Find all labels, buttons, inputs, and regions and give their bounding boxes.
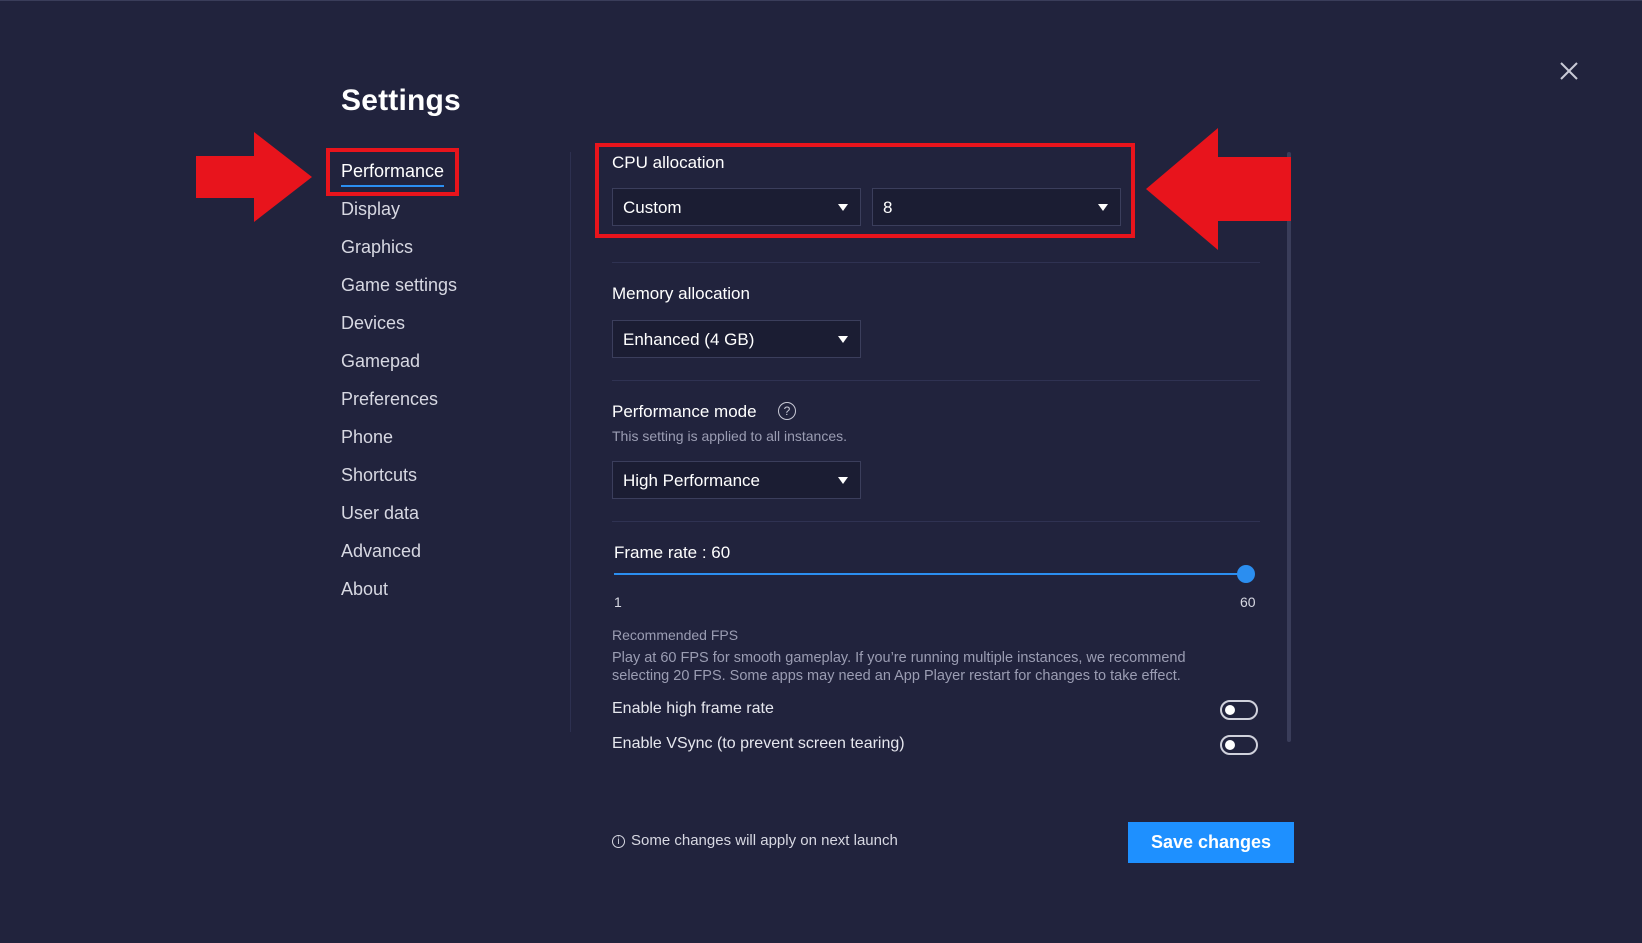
close-icon[interactable] xyxy=(1555,57,1583,85)
high-frame-rate-label: Enable high frame rate xyxy=(612,700,774,717)
sidebar-item-user-data[interactable]: User data xyxy=(341,503,419,524)
annotation-box-performance xyxy=(326,148,459,196)
recommended-fps-text-line1: Play at 60 FPS for smooth gameplay. If y… xyxy=(612,650,1186,666)
sidebar-item-graphics[interactable]: Graphics xyxy=(341,237,413,258)
recommended-fps-text-line2: selecting 20 FPS. Some apps may need an … xyxy=(612,668,1181,684)
info-icon: i xyxy=(612,835,625,848)
caret-down-icon xyxy=(838,477,848,484)
frame-rate-max-label: 60 xyxy=(1240,594,1256,610)
footer-note-text: Some changes will apply on next launch xyxy=(631,832,898,849)
sidebar-item-devices[interactable]: Devices xyxy=(341,313,405,334)
footer-note: i Some changes will apply on next launch xyxy=(612,832,898,849)
annotation-box-cpu xyxy=(595,143,1135,238)
sidebar-item-shortcuts[interactable]: Shortcuts xyxy=(341,465,417,486)
toggle-knob xyxy=(1225,740,1235,750)
frame-rate-min-label: 1 xyxy=(614,594,622,610)
frame-rate-slider-thumb[interactable] xyxy=(1237,565,1255,583)
frame-rate-slider-track[interactable] xyxy=(614,573,1246,575)
frame-rate-label: Frame rate : 60 xyxy=(614,543,731,562)
memory-value: Enhanced (4 GB) xyxy=(623,330,755,349)
sidebar-item-gamepad[interactable]: Gamepad xyxy=(341,351,420,372)
window-top-border xyxy=(0,0,1642,1)
caret-down-icon xyxy=(838,336,848,343)
page-title: Settings xyxy=(341,84,461,117)
performance-mode-label: Performance mode xyxy=(612,402,757,421)
sidebar-item-preferences[interactable]: Preferences xyxy=(341,389,438,410)
sidebar-item-display[interactable]: Display xyxy=(341,199,400,220)
performance-mode-description: This setting is applied to all instances… xyxy=(612,428,848,444)
section-divider xyxy=(612,380,1260,381)
recommended-fps-title: Recommended FPS xyxy=(612,627,739,643)
sidebar-item-advanced[interactable]: Advanced xyxy=(341,541,421,562)
sidebar-item-phone[interactable]: Phone xyxy=(341,427,393,448)
vsync-toggle[interactable] xyxy=(1220,735,1258,755)
high-frame-rate-toggle[interactable] xyxy=(1220,700,1258,720)
section-divider xyxy=(612,521,1260,522)
performance-mode-value: High Performance xyxy=(623,471,761,490)
red-arrow-left-icon xyxy=(1146,128,1291,250)
question-circle-icon[interactable]: ? xyxy=(778,402,796,420)
sidebar-divider xyxy=(570,152,571,732)
memory-allocation-label: Memory allocation xyxy=(612,284,750,303)
red-arrow-right-icon xyxy=(196,132,312,222)
toggle-knob xyxy=(1225,705,1235,715)
vsync-label: Enable VSync (to prevent screen tearing) xyxy=(612,735,905,752)
save-changes-button[interactable]: Save changes xyxy=(1128,822,1294,863)
sidebar-item-about[interactable]: About xyxy=(341,579,388,600)
section-divider xyxy=(612,262,1260,263)
sidebar-item-game-settings[interactable]: Game settings xyxy=(341,275,457,296)
performance-mode-select[interactable]: High Performance xyxy=(612,461,861,499)
memory-select[interactable]: Enhanced (4 GB) xyxy=(612,320,861,358)
